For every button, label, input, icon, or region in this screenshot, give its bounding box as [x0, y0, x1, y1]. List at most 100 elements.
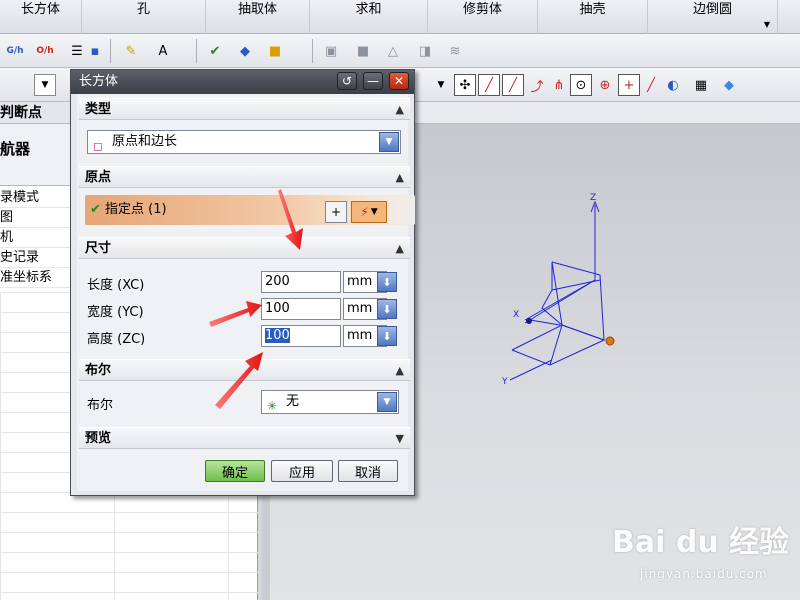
ribbon-trim-body-button[interactable]: 修剪体	[428, 0, 538, 34]
triangle-icon: △	[388, 43, 398, 59]
snap-control-icon[interactable]: ⤴	[526, 74, 548, 96]
pencil-icon[interactable]: ✎	[120, 40, 142, 62]
ribbon-hole-button[interactable]: 孔	[82, 0, 206, 34]
height-input[interactable]: 100	[261, 325, 341, 347]
ribbon-overflow-icon[interactable]: ▼	[764, 20, 770, 29]
close-icon[interactable]: ✕	[389, 72, 409, 90]
section-title: 原点	[85, 170, 112, 185]
section-type[interactable]: 类型 ▲	[79, 98, 410, 120]
collapse-icon[interactable]: ▲	[396, 238, 404, 259]
block-edge	[511, 324, 606, 366]
block-edge	[541, 262, 563, 326]
boolean-select[interactable]: ✳ 无 ▼	[261, 390, 399, 414]
cancel-button[interactable]: 取消	[338, 460, 398, 482]
section-boolean[interactable]: 布尔 ▲	[79, 359, 410, 381]
section-dimensions[interactable]: 尺寸 ▲	[79, 237, 410, 259]
block-edge	[549, 324, 563, 366]
block-edge	[551, 279, 601, 291]
block-edge	[551, 261, 605, 341]
watermark-url: jingyan.baidu.com	[640, 567, 768, 581]
collapse-icon[interactable]: ▲	[396, 360, 404, 381]
ribbon-label: 修剪体	[462, 2, 502, 17]
ribbon-label: 边倒圆	[692, 2, 732, 17]
origin-point-marker[interactable]	[605, 336, 615, 346]
snap-intersection-icon[interactable]: ⋔	[548, 74, 570, 96]
collapse-icon[interactable]: ▲	[396, 167, 404, 188]
specify-point-label: 指定点 (1)	[105, 202, 167, 217]
chevron-down-icon[interactable]: ▼	[377, 392, 397, 412]
disabled-tool-icon: ▣	[324, 43, 338, 59]
boolean-select-value: 无	[286, 394, 300, 409]
ribbon-label: 求和	[355, 2, 382, 17]
section-origin[interactable]: 原点 ▲	[79, 166, 410, 188]
toolbar-row-1: G/h O/h ☰ ▪ ✎ A ✔ ◆ ■ ▣ ■ △ ◨ ≋	[0, 34, 800, 68]
type-select[interactable]: ◻ 原点和边长 ▼	[87, 130, 401, 154]
block-icon: ◻	[93, 139, 103, 153]
y-axis-line	[524, 279, 596, 324]
snap-point-icon[interactable]: ✣	[454, 74, 476, 96]
snap-bar-icon[interactable]: ▦	[690, 74, 712, 96]
ribbon-block-button[interactable]: 长方体	[0, 0, 82, 34]
toolbar-separator	[196, 39, 197, 63]
snap-center-icon[interactable]: ⊙	[570, 74, 592, 96]
apply-button[interactable]: 应用	[271, 460, 333, 482]
snap-endpoint-icon[interactable]: ╱	[478, 74, 500, 96]
text-doc-icon[interactable]: A	[152, 40, 174, 62]
expand-icon[interactable]: ▼	[396, 428, 404, 449]
snap-dropdown-icon[interactable]: ▼	[430, 74, 452, 96]
height-label: 高度 (ZC)	[87, 332, 146, 347]
check-icon: ✔	[90, 202, 101, 217]
chevron-down-icon[interactable]: ▼	[379, 132, 399, 152]
ribbon-unite-button[interactable]: 求和	[310, 0, 428, 34]
section-preview[interactable]: 预览 ▼	[79, 427, 410, 449]
layer-icon[interactable]: ▪	[84, 40, 106, 62]
down-arrow-icon[interactable]: ⬇	[377, 326, 397, 346]
gh-icon[interactable]: G/h	[4, 40, 26, 62]
dialog-titlebar[interactable]: 长方体 ↺ — ✕	[71, 70, 414, 94]
x-axis-label: X	[513, 310, 519, 320]
y-axis-label: Y	[501, 377, 508, 387]
length-input[interactable]: 200	[261, 271, 341, 293]
x-axis-line	[529, 319, 561, 326]
height-input-selected-text: 100	[265, 328, 290, 343]
disabled-tool-icon: ■	[356, 43, 370, 59]
snap-quadrant-icon[interactable]: ⊕	[594, 74, 616, 96]
ok-button[interactable]: 确定	[205, 460, 265, 482]
ribbon-label: 抽取体	[237, 2, 277, 17]
dialog-title: 长方体	[79, 74, 119, 89]
snap-existing-point-icon[interactable]: +	[618, 74, 640, 96]
collapse-icon[interactable]: ▲	[396, 99, 404, 120]
measure-icon[interactable]: ◆	[234, 40, 256, 62]
section-title: 类型	[85, 102, 112, 117]
check-part-icon[interactable]: ✔	[204, 40, 226, 62]
section-title: 尺寸	[85, 241, 112, 256]
filter-dropdown-icon[interactable]: ▼	[34, 74, 56, 96]
toolbar-separator	[312, 39, 313, 63]
ribbon-extract-button[interactable]: 抽取体	[206, 0, 310, 34]
width-input[interactable]: 100	[261, 298, 341, 320]
section-title: 预览	[85, 431, 112, 446]
length-label: 长度 (XC)	[87, 278, 145, 293]
view-cube-icon[interactable]: ◆	[718, 74, 740, 96]
toolbar-separator	[110, 39, 111, 63]
ribbon-edge-blend-button[interactable]: 边倒圆	[648, 0, 778, 34]
ribbon-label: 长方体	[20, 2, 60, 17]
y-axis-line	[509, 359, 553, 381]
point-dialog-button[interactable]: +	[325, 201, 347, 223]
snap-midpoint-icon[interactable]: ╱	[502, 74, 524, 96]
snap-face-icon[interactable]: ◐	[662, 74, 684, 96]
width-label: 宽度 (YC)	[87, 305, 144, 320]
box-check-icon[interactable]: ■	[264, 40, 286, 62]
block-dialog: 长方体 ↺ — ✕ 类型 ▲ ◻ 原点和边长 ▼ 原点 ▲ ✔ 指定点 (1) …	[70, 69, 415, 496]
down-arrow-icon[interactable]: ⬇	[377, 272, 397, 292]
oh-icon[interactable]: O/h	[34, 40, 56, 62]
boolean-label: 布尔	[87, 398, 114, 413]
ribbon-shell-button[interactable]: 抽壳	[538, 0, 648, 34]
down-arrow-icon[interactable]: ⬇	[377, 299, 397, 319]
chevron-down-icon: ▼	[370, 207, 378, 217]
snap-on-curve-icon[interactable]: ╱	[640, 74, 662, 96]
inferred-point-button[interactable]: ⚡ ▼	[351, 201, 387, 223]
block-wireframe-preview: Z X Y	[501, 193, 615, 387]
minimize-icon[interactable]: —	[363, 72, 383, 90]
reset-icon[interactable]: ↺	[337, 72, 357, 90]
